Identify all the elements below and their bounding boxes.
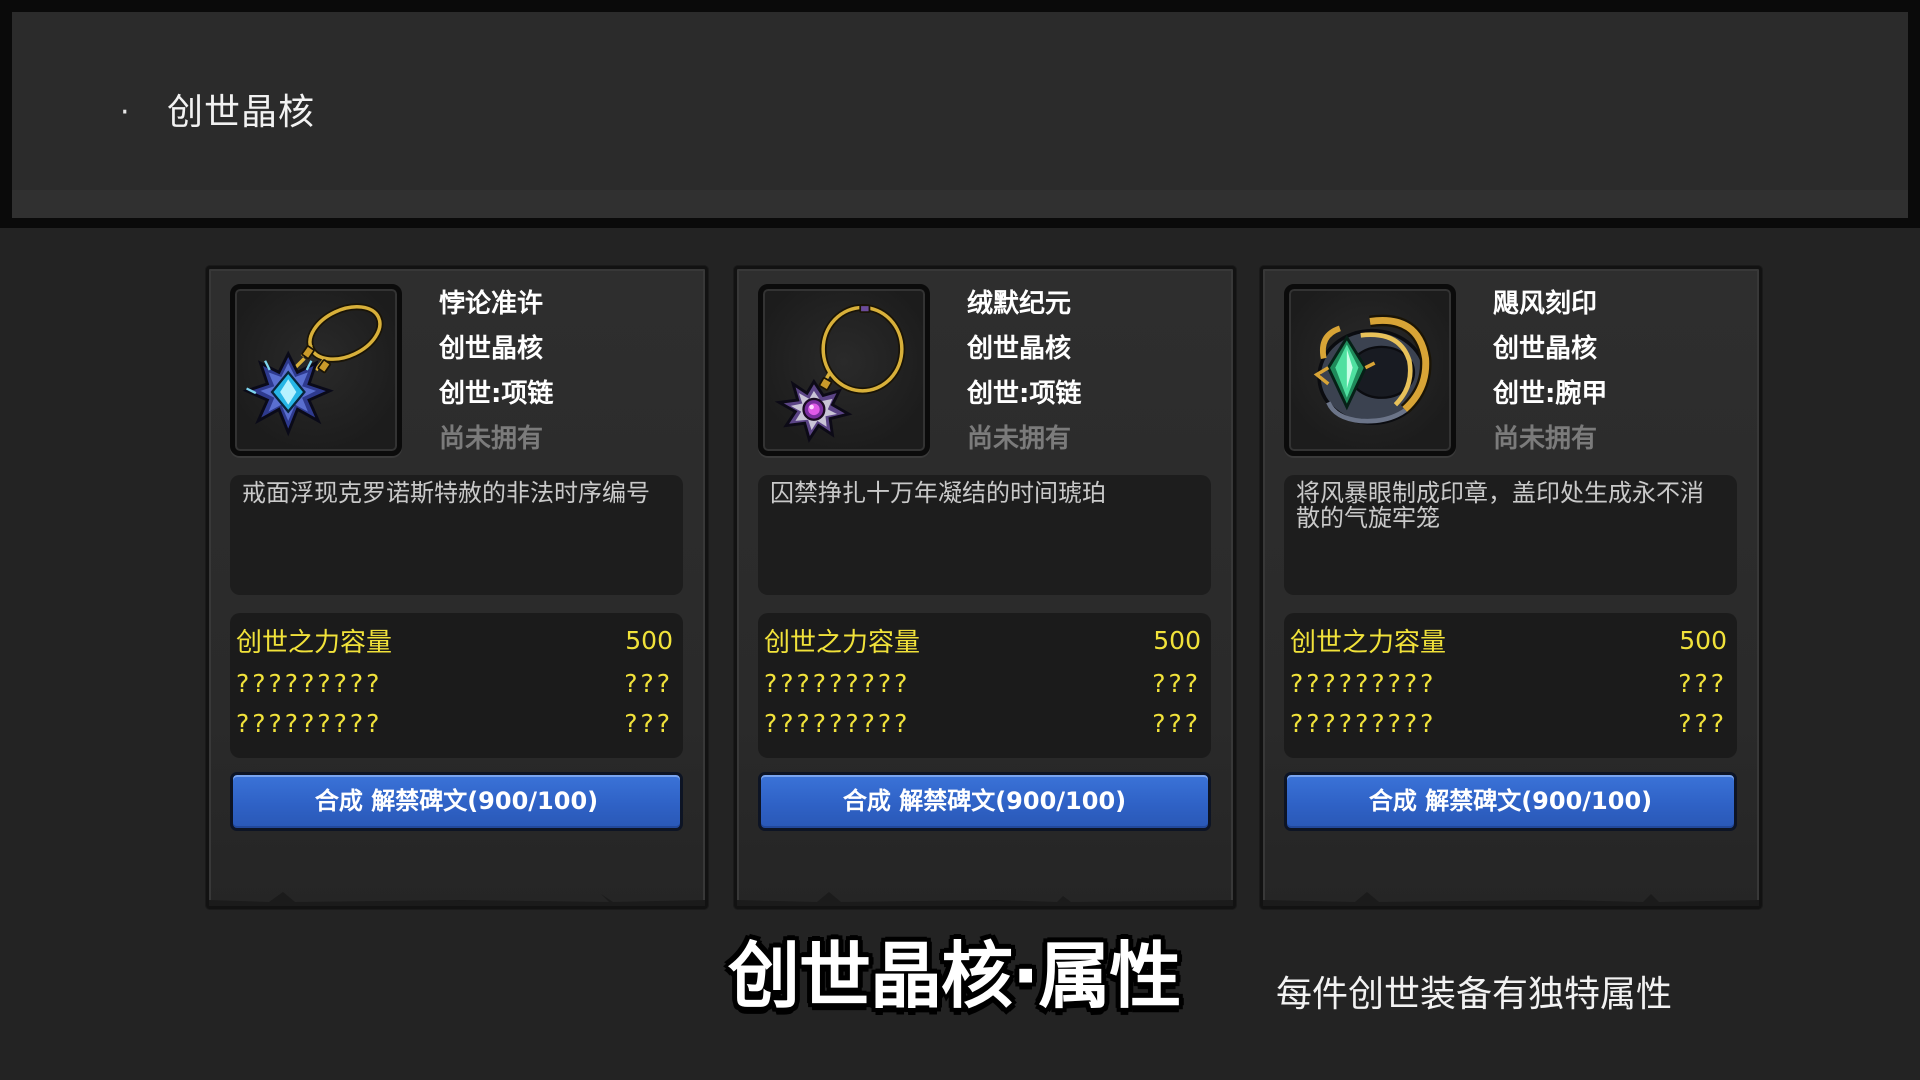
stat-row: 创世之力容量 500 [236,617,673,663]
header-bar: · 创世晶核 [0,0,1920,228]
item-info: 飓风刻印 创世晶核 创世:腕甲 尚未拥有 [1493,282,1743,462]
stat-value: 500 [1153,625,1201,655]
item-slot: 创世:项链 [967,379,1082,409]
stat-row: ????????? ??? [236,703,673,743]
item-status: 尚未拥有 [967,424,1072,454]
stat-label: ????????? [1290,708,1437,738]
stat-value: ??? [1152,708,1201,738]
card-bottom-decoration [209,892,705,906]
blue-crystal-necklace-icon [242,303,384,437]
stat-value: ??? [1678,708,1727,738]
item-category: 创世晶核 [967,334,1072,364]
item-info: 绒默纪元 创世晶核 创世:项链 尚未拥有 [967,282,1217,462]
item-slot: 创世:项链 [439,379,554,409]
stat-value: 500 [625,625,673,655]
item-stats: 创世之力容量 500 ????????? ??? ????????? ??? [758,613,1211,758]
item-name: 绒默纪元 [967,289,1072,319]
section-subtitle: 每件创世装备有独特属性 [1276,974,1673,1015]
stat-label: ????????? [236,708,383,738]
header-bullet: · [120,95,130,130]
stat-value: ??? [624,708,673,738]
item-description: 囚禁挣扎十万年凝结的时间琥珀 [758,475,1211,595]
section-title: 创世晶核·属性 [728,934,1181,1018]
header-band [12,190,1908,218]
stat-value: ??? [1152,668,1201,698]
green-crystal-bracer-icon [1313,314,1432,425]
stat-label: ????????? [764,708,911,738]
item-status: 尚未拥有 [439,424,544,454]
stat-value: ??? [1678,668,1727,698]
purple-gem-necklace-icon [774,304,906,443]
stat-row: ????????? ??? [764,663,1201,703]
stat-label: ????????? [764,668,911,698]
stat-row: 创世之力容量 500 [1290,617,1727,663]
craft-button[interactable]: 合成 解禁碑文(900/100) [1284,772,1737,831]
stat-label: 创世之力容量 [236,627,393,658]
card-bottom-decoration [737,892,1233,906]
item-stats: 创世之力容量 500 ????????? ??? ????????? ??? [1284,613,1737,758]
stat-row: 创世之力容量 500 [764,617,1201,663]
page-title: 创世晶核 [167,92,316,133]
stat-row: ????????? ??? [236,663,673,703]
item-name: 悖论准许 [439,289,544,319]
card-bottom-decoration [1263,892,1759,906]
stat-label: 创世之力容量 [1290,627,1447,658]
item-slot: 创世:腕甲 [1493,379,1608,409]
craft-button[interactable]: 合成 解禁碑文(900/100) [230,772,683,831]
craft-button[interactable]: 合成 解禁碑文(900/100) [758,772,1211,831]
item-description: 戒面浮现克罗诺斯特赦的非法时序编号 [230,475,683,595]
item-icon-frame[interactable] [230,284,402,456]
stat-label: 创世之力容量 [764,627,921,658]
item-card-2: 绒默纪元 创世晶核 创世:项链 尚未拥有 囚禁挣扎十万年凝结的时间琥珀 创世之力… [734,266,1236,909]
item-category: 创世晶核 [439,334,544,364]
item-category: 创世晶核 [1493,334,1598,364]
stat-row: ????????? ??? [1290,703,1727,743]
item-card-1: 悖论准许 创世晶核 创世:项链 尚未拥有 戒面浮现克罗诺斯特赦的非法时序编号 创… [206,266,708,909]
stat-label: ????????? [236,668,383,698]
item-description: 将风暴眼制成印章，盖印处生成永不消散的气旋牢笼 [1284,475,1737,595]
stat-value: 500 [1679,625,1727,655]
item-card-3: 飓风刻印 创世晶核 创世:腕甲 尚未拥有 将风暴眼制成印章，盖印处生成永不消散的… [1260,266,1762,909]
stat-label: ????????? [1290,668,1437,698]
stat-row: ????????? ??? [1290,663,1727,703]
stat-row: ????????? ??? [764,703,1201,743]
item-status: 尚未拥有 [1493,424,1598,454]
item-icon-frame[interactable] [758,284,930,456]
item-stats: 创世之力容量 500 ????????? ??? ????????? ??? [230,613,683,758]
item-info: 悖论准许 创世晶核 创世:项链 尚未拥有 [439,282,689,462]
item-name: 飓风刻印 [1493,289,1598,319]
item-icon-frame[interactable] [1284,284,1456,456]
stat-value: ??? [624,668,673,698]
